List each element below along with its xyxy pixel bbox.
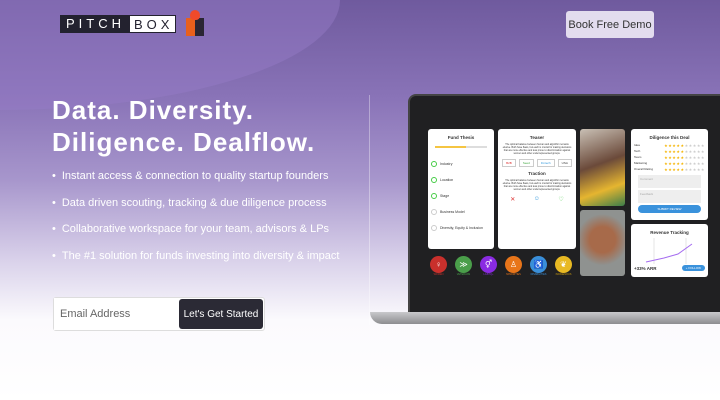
comment-input[interactable]: Comment [638,175,701,188]
feature-item: The #1 solution for funds investing into… [52,250,340,277]
wheelchair-icon: ♿ [530,256,547,273]
book-demo-button[interactable]: Book Free Demo [566,11,654,38]
progress-bar [435,146,487,148]
headline-line-2: Diligence. Dealflow. [52,127,316,157]
logo-text-box: BOX [129,15,177,33]
founder-photo [580,129,625,206]
feature-item: Data driven scouting, tracking & due dil… [52,197,339,224]
rating-row: Overall Rating ★★★★★★★★★★ [634,167,705,173]
feature-item: Collaborative workspace for your team, a… [52,223,339,250]
reject-icon[interactable]: ✕ [510,196,515,203]
category-lgbtq[interactable]: ⚥ LGBTQ+ [480,256,497,276]
feedback-input[interactable]: Feedback [638,190,701,203]
category-veterans[interactable]: ≫ VETERANS [455,256,472,276]
traction-title: Traction [528,171,546,176]
category-women[interactable]: ♀ WOMEN [430,256,447,276]
feature-item: Instant access & connection to quality s… [52,170,339,197]
flaming-cube-icon [186,10,205,36]
thesis-item: Industry [431,156,491,172]
logo-text-pitch: PITCH [60,15,129,33]
category-indigenous[interactable]: ❦ INDIGENOUS [555,256,572,276]
feather-icon: ❦ [555,256,572,273]
person-icon: ♙ [505,256,522,273]
revenue-chart [645,238,693,264]
category-label: LGBTQ+ [483,273,494,276]
check-icon [431,177,437,183]
category-label: WOMEN [433,273,444,276]
follow-button[interactable]: + FOLLOW [681,265,705,271]
check-icon [431,193,437,199]
item-label: Location [440,178,454,182]
check-icon [431,225,437,231]
card-title: Teaser [529,135,545,140]
hero-headline: Data. Diversity. Diligence. Dealflow. [52,94,315,158]
laptop-base [370,312,720,324]
star-rating[interactable]: ★★★★★★★★★★ [664,167,705,173]
card-title: Fund Thesis [447,135,475,140]
add-person-icon[interactable]: ☺ [534,196,540,203]
heart-icon[interactable]: ♡ [558,196,563,203]
thesis-item: Location [431,172,491,188]
category-label: VETERANS [456,273,471,276]
category-label: MINORITIES [506,273,521,276]
woman-icon: ♀ [430,256,447,273]
tag: USA [557,159,572,167]
teaser-text: The optimal balance between human and al… [502,143,572,155]
item-label: Stage [440,194,450,198]
feature-list: Instant access & connection to quality s… [52,170,340,277]
pitchbox-logo[interactable]: PITCH BOX [60,10,205,36]
founder-photo [580,210,625,276]
tag: Seed [518,159,534,167]
category-disabilities[interactable]: ♿ DISABILITIES [530,256,547,276]
headline-line-1: Data. Diversity. [52,95,254,125]
email-input[interactable] [54,298,178,330]
diligence-card: Diligence this Deal Idea ★★★★★★★★★★ Tech ★… [631,129,708,220]
card-title: Revenue Tracking [650,230,689,235]
category-label: DISABILITIES [530,273,547,276]
card-title: Diligence this Deal [649,135,690,140]
item-label: Diversity, Equity & Inclusion [440,226,483,230]
get-started-button[interactable]: Let's Get Started [179,299,263,329]
thesis-item: Diversity, Equity & Inclusion [431,220,491,236]
category-icons: ♀ WOMEN ≫ VETERANS ⚥ LGBTQ+ ♙ MINORITIES ♿ DI… [430,256,572,276]
traction-text: The optimal balance between human and al… [502,179,572,191]
item-label: Industry [440,162,453,166]
signup-form: Let's Get Started [53,297,265,331]
fund-thesis-card: Fund Thesis Industry Location Stage Busi… [428,129,494,249]
revenue-line [645,243,693,263]
tag-list: B2B Seed Fintech USA [501,159,573,167]
check-icon [431,161,437,167]
rating-label: Overall Rating [634,167,654,171]
check-icon [431,209,437,215]
category-label: INDIGENOUS [555,273,572,276]
chevron-badge-icon: ≫ [455,256,472,273]
category-minorities[interactable]: ♙ MINORITIES [505,256,522,276]
thesis-item: Stage [431,188,491,204]
divider [369,95,370,325]
teaser-card: Teaser The optimal balance between human… [498,129,576,249]
tag: Fintech [536,159,555,167]
thesis-item: Business Model [431,204,491,220]
gender-symbol-icon: ⚥ [480,256,497,273]
item-label: Business Model [440,210,465,214]
arr-value: +33% ARR [634,265,657,271]
submit-review-button[interactable]: SUBMIT REVIEW [638,205,701,213]
tag: B2B [502,159,516,167]
revenue-card: Revenue Tracking +33% ARR + FOLLOW [631,224,708,277]
